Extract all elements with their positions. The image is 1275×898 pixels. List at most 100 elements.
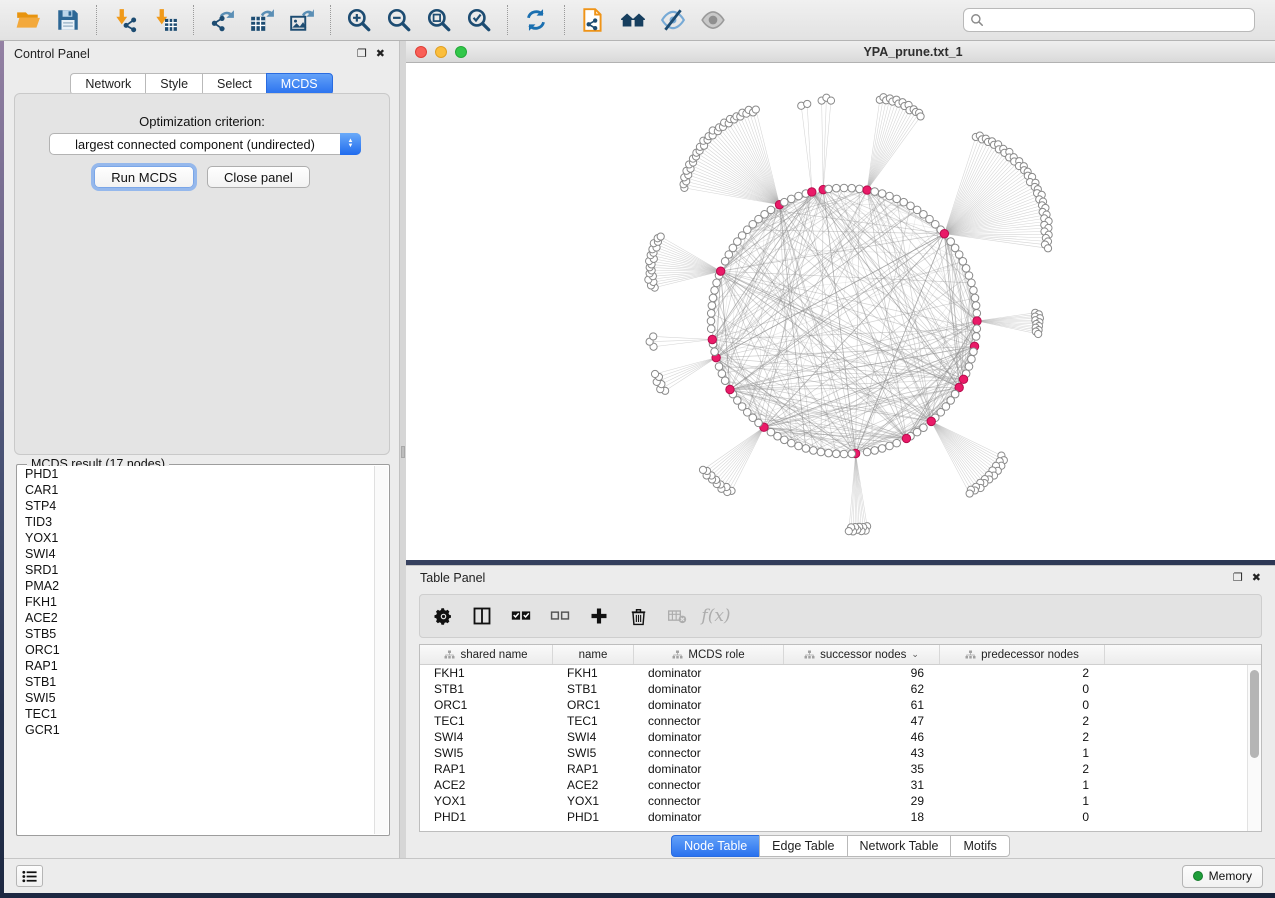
dominator-node[interactable] <box>863 186 871 194</box>
float-panel-icon[interactable]: ❐ <box>357 49 367 60</box>
ring-node[interactable] <box>959 258 967 266</box>
table-scrollbar[interactable] <box>1247 665 1261 831</box>
leaf-node[interactable] <box>650 333 657 340</box>
tab-style[interactable]: Style <box>145 73 202 95</box>
export-table-icon[interactable] <box>247 5 277 35</box>
network-canvas[interactable] <box>406 63 1275 559</box>
dominator-node[interactable] <box>808 188 816 196</box>
tab-edge-table[interactable]: Edge Table <box>759 835 846 857</box>
ring-node[interactable] <box>832 184 840 192</box>
ring-node[interactable] <box>968 355 976 363</box>
search-field[interactable] <box>963 8 1255 32</box>
mcds-result-item[interactable]: TID3 <box>18 514 374 530</box>
ring-node[interactable] <box>871 447 879 455</box>
column-header-name[interactable]: name <box>553 645 634 664</box>
select-all-rows-icon[interactable] <box>510 605 532 627</box>
home-pair-icon[interactable] <box>618 5 648 35</box>
table-row[interactable]: ACE2ACE2connector311 <box>420 777 1247 793</box>
mcds-result-item[interactable]: RAP1 <box>18 658 374 674</box>
mcds-result-item[interactable]: CAR1 <box>18 482 374 498</box>
optimization-criterion-dropdown[interactable]: largest connected component (undirected)… <box>49 133 361 155</box>
ring-node[interactable] <box>871 188 879 196</box>
float-table-panel-icon[interactable]: ❐ <box>1233 573 1243 584</box>
mcds-list-scrollbar[interactable] <box>374 466 388 834</box>
tab-network-table[interactable]: Network Table <box>847 835 951 857</box>
ring-node[interactable] <box>718 370 726 378</box>
show-selection-icon[interactable] <box>698 5 728 35</box>
ring-node[interactable] <box>965 363 973 371</box>
table-row[interactable]: SWI5SWI5connector431 <box>420 745 1247 761</box>
leaf-node[interactable] <box>1044 245 1051 252</box>
mcds-result-item[interactable]: YOX1 <box>18 530 374 546</box>
ring-node[interactable] <box>965 272 973 280</box>
zoom-in-icon[interactable] <box>344 5 374 35</box>
tab-select[interactable]: Select <box>202 73 266 95</box>
dominator-node[interactable] <box>927 417 935 425</box>
leaf-node[interactable] <box>966 490 973 497</box>
delete-column-icon[interactable] <box>627 605 649 627</box>
mcds-result-item[interactable]: PHD1 <box>18 466 374 482</box>
tab-network[interactable]: Network <box>70 73 145 95</box>
ring-node[interactable] <box>709 294 717 302</box>
minimize-window-icon[interactable] <box>435 46 447 58</box>
dominator-node[interactable] <box>902 434 910 442</box>
ring-node[interactable] <box>832 450 840 458</box>
ring-node[interactable] <box>962 265 970 273</box>
ring-node[interactable] <box>863 448 871 456</box>
ring-node[interactable] <box>708 302 716 310</box>
ring-node[interactable] <box>840 184 848 192</box>
leaf-node[interactable] <box>657 233 664 240</box>
close-panel-icon[interactable]: ✖ <box>376 49 385 60</box>
ring-node[interactable] <box>825 449 833 457</box>
maximize-window-icon[interactable] <box>455 46 467 58</box>
column-header-shared-name[interactable]: shared name <box>420 645 553 664</box>
ring-node[interactable] <box>795 192 803 200</box>
dominator-node[interactable] <box>708 335 716 343</box>
ring-node[interactable] <box>840 450 848 458</box>
leaf-node[interactable] <box>827 97 834 104</box>
column-header-MCDS-role[interactable]: MCDS role <box>634 645 784 664</box>
close-window-icon[interactable] <box>415 46 427 58</box>
ring-node[interactable] <box>781 198 789 206</box>
ring-node[interactable] <box>856 185 864 193</box>
save-session-icon[interactable] <box>53 5 83 35</box>
ring-node[interactable] <box>893 439 901 447</box>
ring-node[interactable] <box>848 184 856 192</box>
ring-node[interactable] <box>707 309 715 317</box>
dominator-node[interactable] <box>959 375 967 383</box>
column-header-predecessor-nodes[interactable]: predecessor nodes <box>940 645 1105 664</box>
mcds-result-item[interactable]: PMA2 <box>18 578 374 594</box>
mcds-result-item[interactable]: STB1 <box>18 674 374 690</box>
table-scrollbar-thumb[interactable] <box>1250 670 1259 758</box>
export-image-icon[interactable] <box>287 5 317 35</box>
ring-node[interactable] <box>825 185 833 193</box>
import-table-icon[interactable] <box>150 5 180 35</box>
ring-node[interactable] <box>788 195 796 203</box>
ring-node[interactable] <box>968 279 976 287</box>
zoom-out-icon[interactable] <box>384 5 414 35</box>
ring-node[interactable] <box>878 445 886 453</box>
ring-node[interactable] <box>886 192 894 200</box>
mcds-result-item[interactable]: GCR1 <box>18 722 374 738</box>
ring-node[interactable] <box>788 439 796 447</box>
ring-node[interactable] <box>972 333 980 341</box>
ring-node[interactable] <box>721 377 729 385</box>
table-row[interactable]: SWI4SWI4dominator462 <box>420 729 1247 745</box>
ring-node[interactable] <box>848 450 856 458</box>
leaf-node[interactable] <box>917 113 924 120</box>
run-mcds-button[interactable]: Run MCDS <box>94 166 194 188</box>
add-column-icon[interactable] <box>588 605 610 627</box>
ring-node[interactable] <box>971 294 979 302</box>
table-row[interactable]: FKH1FKH1dominator962 <box>420 665 1247 681</box>
ring-node[interactable] <box>802 445 810 453</box>
ring-node[interactable] <box>973 309 981 317</box>
mcds-result-item[interactable]: TEC1 <box>18 706 374 722</box>
table-settings-icon[interactable] <box>432 605 454 627</box>
ring-node[interactable] <box>713 279 721 287</box>
ring-node[interactable] <box>707 325 715 333</box>
export-network-icon[interactable] <box>207 5 237 35</box>
zoom-selected-icon[interactable] <box>464 5 494 35</box>
share-network-file-icon[interactable] <box>578 5 608 35</box>
table-row[interactable]: YOX1YOX1connector291 <box>420 793 1247 809</box>
ring-node[interactable] <box>711 287 719 295</box>
